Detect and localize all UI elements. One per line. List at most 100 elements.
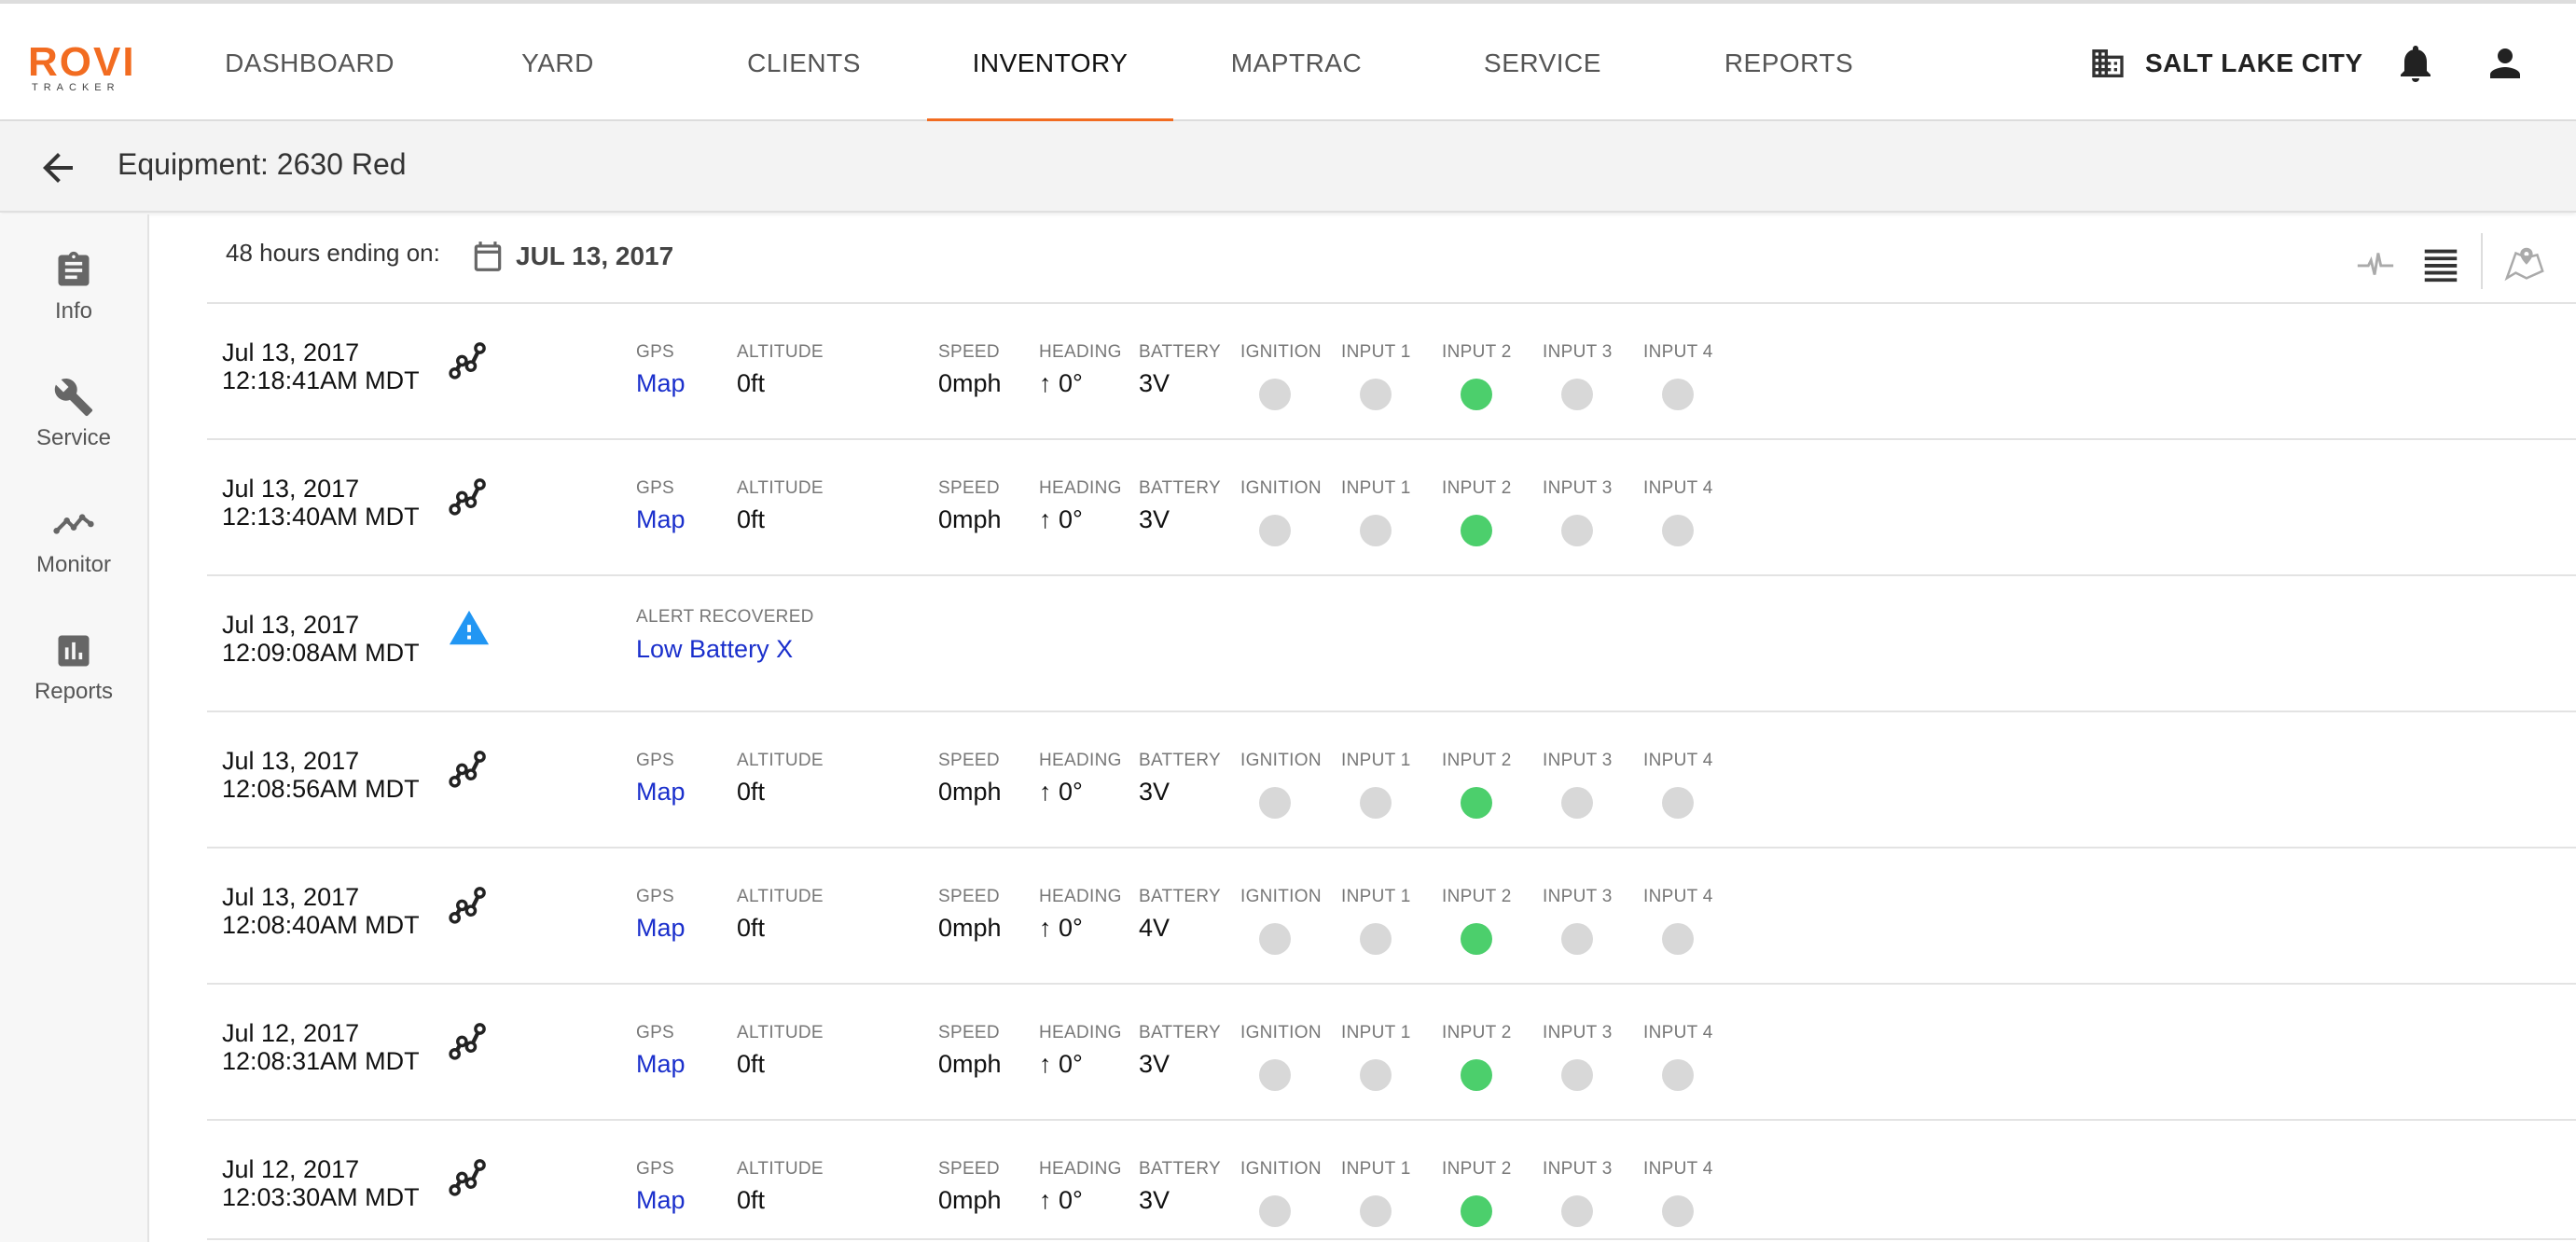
input3-indicator xyxy=(1561,1059,1593,1091)
gps-label: GPS xyxy=(636,887,675,906)
event-row: Jul 13, 2017 12:08:56AM MDT GPS Map ALTITUDE… xyxy=(207,712,2576,849)
gps-map-link[interactable]: Map xyxy=(636,914,686,943)
input1-label: INPUT 1 xyxy=(1341,887,1411,906)
input2-indicator xyxy=(1461,1195,1492,1227)
battery-value: 3V xyxy=(1139,1050,1170,1078)
speed-label: SPEED xyxy=(938,1023,1000,1042)
heading-value: ↑ 0° xyxy=(1039,1186,1083,1214)
battery-value: 4V xyxy=(1139,914,1170,942)
gps-path-icon xyxy=(449,751,486,788)
building-icon xyxy=(2092,49,2124,77)
gps-map-link[interactable]: Map xyxy=(636,505,686,534)
gps-map-link[interactable]: Map xyxy=(636,1186,686,1215)
heading-label: HEADING xyxy=(1039,1159,1122,1179)
speed-label: SPEED xyxy=(938,1159,1000,1179)
arrow-left-icon[interactable] xyxy=(35,145,80,190)
input2-label: INPUT 2 xyxy=(1442,1159,1512,1179)
gps-path-icon xyxy=(449,887,486,924)
gps-path-icon xyxy=(449,478,486,516)
heading-value: ↑ 0° xyxy=(1039,1050,1083,1078)
battery-value: 3V xyxy=(1139,778,1170,806)
event-time: 12:08:56AM MDT xyxy=(222,775,420,803)
altitude-label: ALTITUDE xyxy=(737,887,824,906)
bell-icon[interactable] xyxy=(2393,41,2438,86)
event-date: Jul 13, 2017 xyxy=(222,747,360,775)
gps-path-icon xyxy=(449,342,486,380)
sidebar-item-reports[interactable]: Reports xyxy=(0,630,147,742)
map-pin-icon[interactable] xyxy=(2503,242,2546,285)
gps-label: GPS xyxy=(636,342,675,362)
speed-value: 0mph xyxy=(938,914,1002,942)
nav-tab-reports[interactable]: REPORTS xyxy=(1677,4,1901,123)
event-row: Jul 13, 2017 12:08:40AM MDT GPS Map ALTITUDE… xyxy=(207,849,2576,985)
person-icon[interactable] xyxy=(2483,41,2528,86)
input4-label: INPUT 4 xyxy=(1643,478,1713,498)
ignition-label: IGNITION xyxy=(1240,751,1322,770)
ignition-indicator xyxy=(1259,1195,1291,1227)
gps-map-link[interactable]: Map xyxy=(636,369,686,398)
input2-label: INPUT 2 xyxy=(1442,1023,1512,1042)
heading-label: HEADING xyxy=(1039,1023,1122,1042)
nav-tab-maptrac[interactable]: MAPTRAC xyxy=(1184,4,1408,123)
logo-subtext: TRACKER xyxy=(32,82,120,93)
event-timestamp: Jul 13, 2017 12:08:40AM MDT xyxy=(222,883,420,939)
sidebar-item-service[interactable]: Service xyxy=(0,377,147,489)
nav-tab-inventory[interactable]: INVENTORY xyxy=(927,4,1173,123)
speed-label: SPEED xyxy=(938,478,1000,498)
event-date: Jul 13, 2017 xyxy=(222,475,360,503)
sidebar-item-label: Service xyxy=(35,425,112,450)
rovi-tracker-logo[interactable]: ROVI TRACKER xyxy=(28,22,140,97)
calendar-icon[interactable] xyxy=(470,238,506,275)
range-label: 48 hours ending on: xyxy=(226,239,440,267)
date-picker-value[interactable]: JUL 13, 2017 xyxy=(516,242,673,271)
input3-label: INPUT 3 xyxy=(1543,1159,1613,1179)
sidebar-item-label: Info xyxy=(54,298,93,324)
ignition-indicator xyxy=(1259,787,1291,819)
input3-indicator xyxy=(1561,515,1593,546)
event-timestamp: Jul 13, 2017 12:13:40AM MDT xyxy=(222,475,420,531)
battery-label: BATTERY xyxy=(1139,751,1221,770)
input4-indicator xyxy=(1662,379,1694,410)
event-time: 12:09:08AM MDT xyxy=(222,639,420,667)
gps-path-icon xyxy=(449,1159,486,1196)
location-label: SALT LAKE CITY xyxy=(2145,48,2363,77)
gps-label: GPS xyxy=(636,1159,675,1179)
speed-label: SPEED xyxy=(938,751,1000,770)
input1-indicator xyxy=(1360,379,1392,410)
heading-value: ↑ 0° xyxy=(1039,914,1083,942)
gps-map-link[interactable]: Map xyxy=(636,778,686,807)
input1-indicator xyxy=(1360,1195,1392,1227)
event-time: 12:08:31AM MDT xyxy=(222,1047,420,1075)
list-icon[interactable] xyxy=(2419,242,2462,285)
altitude-value: 0ft xyxy=(737,1186,766,1214)
event-time: 12:03:30AM MDT xyxy=(222,1183,420,1211)
input4-indicator xyxy=(1662,923,1694,955)
event-time: 12:13:40AM MDT xyxy=(222,503,420,531)
pulse-icon[interactable] xyxy=(2354,242,2397,285)
clipboard-icon xyxy=(58,251,90,286)
event-timestamp: Jul 13, 2017 12:18:41AM MDT xyxy=(222,338,420,394)
nav-tab-service[interactable]: SERVICE xyxy=(1431,4,1655,123)
page-header: Equipment: 2630 Red xyxy=(0,121,2576,213)
event-timestamp: Jul 13, 2017 12:09:08AM MDT xyxy=(222,611,420,667)
nav-tab-clients[interactable]: CLIENTS xyxy=(692,4,916,123)
event-time: 12:18:41AM MDT xyxy=(222,366,420,394)
sidebar-item-info[interactable]: Info xyxy=(0,250,147,362)
sidebar-item-monitor[interactable]: Monitor xyxy=(0,504,147,615)
input3-label: INPUT 3 xyxy=(1543,1023,1613,1042)
gps-map-link[interactable]: Map xyxy=(636,1050,686,1079)
ignition-indicator xyxy=(1259,1059,1291,1091)
event-timestamp: Jul 12, 2017 12:08:31AM MDT xyxy=(222,1019,420,1075)
nav-tab-dashboard[interactable]: DASHBOARD xyxy=(198,4,422,123)
heading-label: HEADING xyxy=(1039,887,1122,906)
input2-label: INPUT 2 xyxy=(1442,887,1512,906)
input1-indicator xyxy=(1360,1059,1392,1091)
top-navigation: ROVI TRACKER DASHBOARD YARD CLIENTS INVE… xyxy=(0,0,2576,123)
alert-status-label: ALERT RECOVERED xyxy=(636,607,814,627)
nav-tab-yard[interactable]: YARD xyxy=(446,4,670,123)
event-row: Jul 13, 2017 12:13:40AM MDT GPS Map ALTITUDE… xyxy=(207,440,2576,576)
input3-indicator xyxy=(1561,1195,1593,1227)
alert-link[interactable]: Low Battery X xyxy=(636,635,793,664)
location-selector[interactable]: SALT LAKE CITY xyxy=(2089,4,2363,123)
input3-indicator xyxy=(1561,379,1593,410)
